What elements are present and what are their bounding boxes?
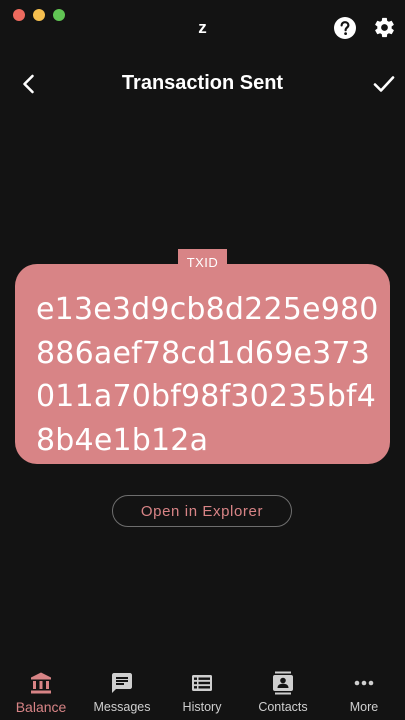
tab-contacts[interactable]: Contacts (251, 662, 315, 720)
tab-label: Balance (15, 699, 67, 715)
txid-badge: TXID (178, 249, 227, 275)
tab-history[interactable]: History (170, 662, 234, 720)
tab-more[interactable]: More (332, 662, 396, 720)
checkmark-icon[interactable] (373, 74, 395, 94)
more-icon (354, 680, 374, 686)
tab-balance[interactable]: Balance (9, 662, 73, 720)
page-title: Transaction Sent (121, 72, 284, 94)
tab-messages[interactable]: Messages (86, 662, 158, 720)
contacts-icon (273, 671, 293, 695)
bank-icon (31, 672, 51, 694)
help-icon[interactable] (334, 17, 356, 39)
tab-label: More (349, 700, 379, 714)
txid-card: e13e3d9cb8d225e980886aef78cd1d69e373011a… (15, 264, 390, 464)
txid-value[interactable]: e13e3d9cb8d225e980886aef78cd1d69e373011a… (36, 288, 381, 462)
list-icon (192, 675, 212, 691)
message-icon (112, 673, 132, 693)
title-bar: z (0, 0, 405, 56)
tab-label: Contacts (258, 700, 308, 714)
page-header: Transaction Sent (0, 66, 405, 106)
gear-icon[interactable] (373, 16, 396, 39)
tab-label: Messages (93, 700, 151, 714)
tab-bar: Balance Messages History Contacts More (0, 662, 405, 720)
open-in-explorer-button[interactable]: Open in Explorer (112, 495, 292, 527)
tab-label: History (182, 700, 222, 714)
